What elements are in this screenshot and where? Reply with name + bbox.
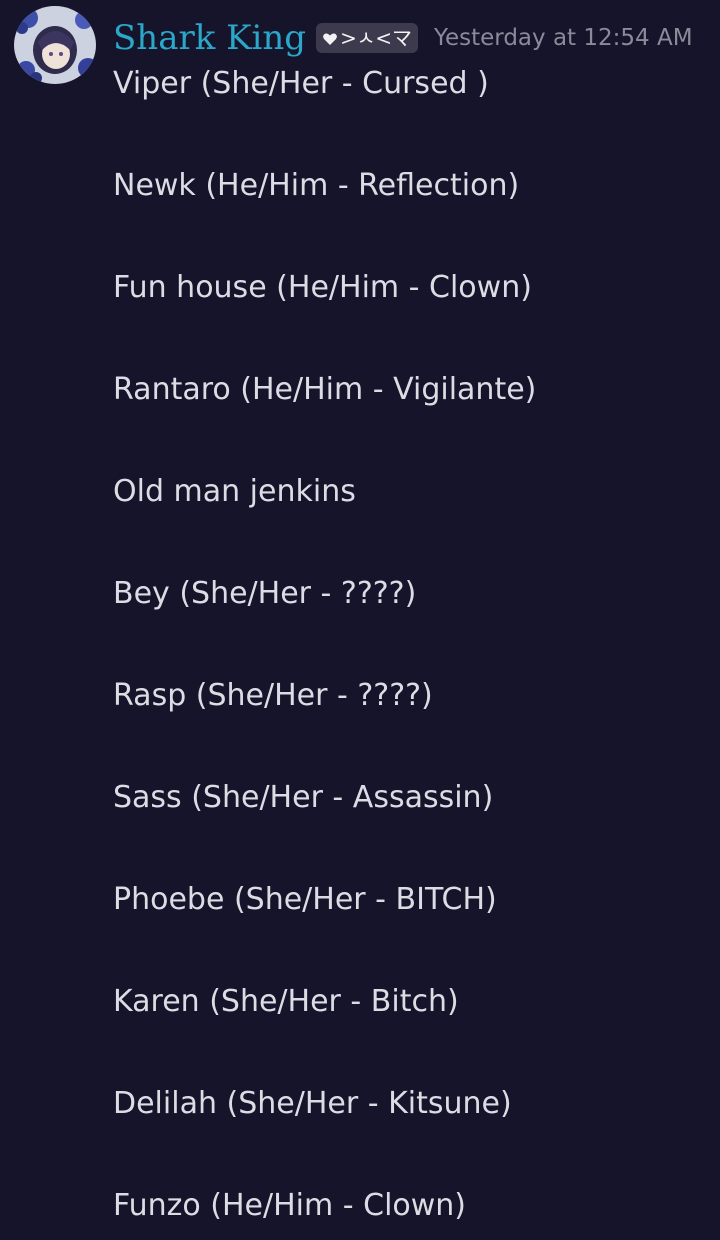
user-tag[interactable]: >ㅅ<マ bbox=[316, 23, 418, 53]
message-line: Sass (She/Her - Assassin) bbox=[113, 780, 494, 815]
avatar[interactable] bbox=[14, 6, 96, 84]
message-line: Viper (She/Her - Cursed ) bbox=[113, 66, 489, 101]
message-line: Phoebe (She/Her - BITCH) bbox=[113, 882, 497, 917]
message-line: Delilah (She/Her - Kitsune) bbox=[113, 1086, 512, 1121]
author-name[interactable]: Shark King bbox=[113, 21, 306, 55]
message-line: Funzo (He/Him - Clown) bbox=[113, 1188, 467, 1223]
message-line: Karen (She/Her - Bitch) bbox=[113, 984, 459, 1019]
message-line: Rasp (She/Her - ????) bbox=[113, 678, 433, 713]
message-line: Old man jenkins bbox=[113, 474, 356, 509]
user-tag-text: >ㅅ<マ bbox=[340, 26, 412, 50]
message-line: Newk (He/Him - Reflection) bbox=[113, 168, 520, 203]
message-line: Bey (She/Her - ????) bbox=[113, 576, 417, 611]
timestamp: Yesterday at 12:54 AM bbox=[433, 24, 693, 51]
message-line: Rantaro (He/Him - Vigilante) bbox=[113, 372, 537, 407]
message-line: Fun house (He/Him - Clown) bbox=[113, 270, 532, 305]
heart-icon bbox=[322, 30, 338, 46]
message-header: Shark King >ㅅ<マ Yesterday at 12:54 AM bbox=[113, 12, 693, 64]
